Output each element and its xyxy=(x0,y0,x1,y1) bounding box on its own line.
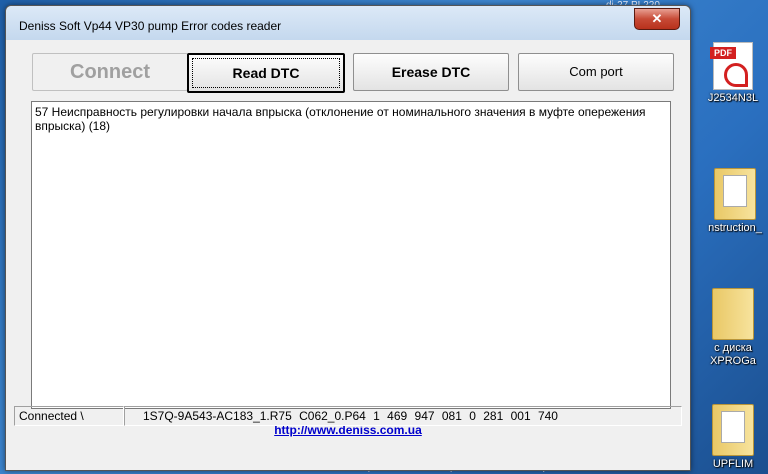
folder-icon xyxy=(712,404,754,456)
title-bar[interactable]: Deniss Soft Vp44 VP30 pump Error codes r… xyxy=(6,6,690,40)
connect-button[interactable]: Connect xyxy=(32,53,188,91)
desktop-icon-label: UPFLIM xyxy=(712,458,754,470)
ecu-info: 1S7Q-9A543-AC183_1.R75 C062_0.P64 1 469 … xyxy=(124,406,682,426)
pdf-icon: PDF xyxy=(710,42,753,90)
dtc-output-text[interactable]: 57 Неисправность регулировки начала впры… xyxy=(31,101,671,409)
desktop-icon-label: c диска XPROGa xyxy=(710,342,756,367)
desktop-icon-pdf[interactable]: PDF J2534N3L xyxy=(698,42,768,105)
status-bar: Connected \ 1S7Q-9A543-AC183_1.R75 C062_… xyxy=(14,406,682,426)
window-title: Deniss Soft Vp44 VP30 pump Error codes r… xyxy=(19,19,282,33)
close-button[interactable]: ✕ xyxy=(634,8,680,30)
com-port-button[interactable]: Com port xyxy=(518,53,674,91)
pdf-tag: PDF xyxy=(710,47,736,59)
folder-icon xyxy=(714,168,756,220)
erease-dtc-button[interactable]: Erease DTC xyxy=(353,53,509,91)
read-dtc-button[interactable]: Read DTC xyxy=(187,53,345,93)
connection-status: Connected \ xyxy=(14,406,124,426)
desktop-icon-label: J2534N3L xyxy=(707,92,759,104)
app-window: Deniss Soft Vp44 VP30 pump Error codes r… xyxy=(5,5,691,471)
folder-icon xyxy=(712,288,754,340)
desktop-icon-instruction[interactable]: nstruction_ xyxy=(700,168,768,235)
focus-rect xyxy=(192,58,340,88)
desktop-icon-upflim[interactable]: UPFLIM xyxy=(698,404,768,471)
close-icon: ✕ xyxy=(651,11,663,26)
desktop-icon-xprog[interactable]: c диска XPROGa xyxy=(698,288,768,368)
desktop-icon-label: nstruction_ xyxy=(708,222,762,234)
client-area: Connect Read DTC Erease DTC Com port 57 … xyxy=(14,40,682,462)
